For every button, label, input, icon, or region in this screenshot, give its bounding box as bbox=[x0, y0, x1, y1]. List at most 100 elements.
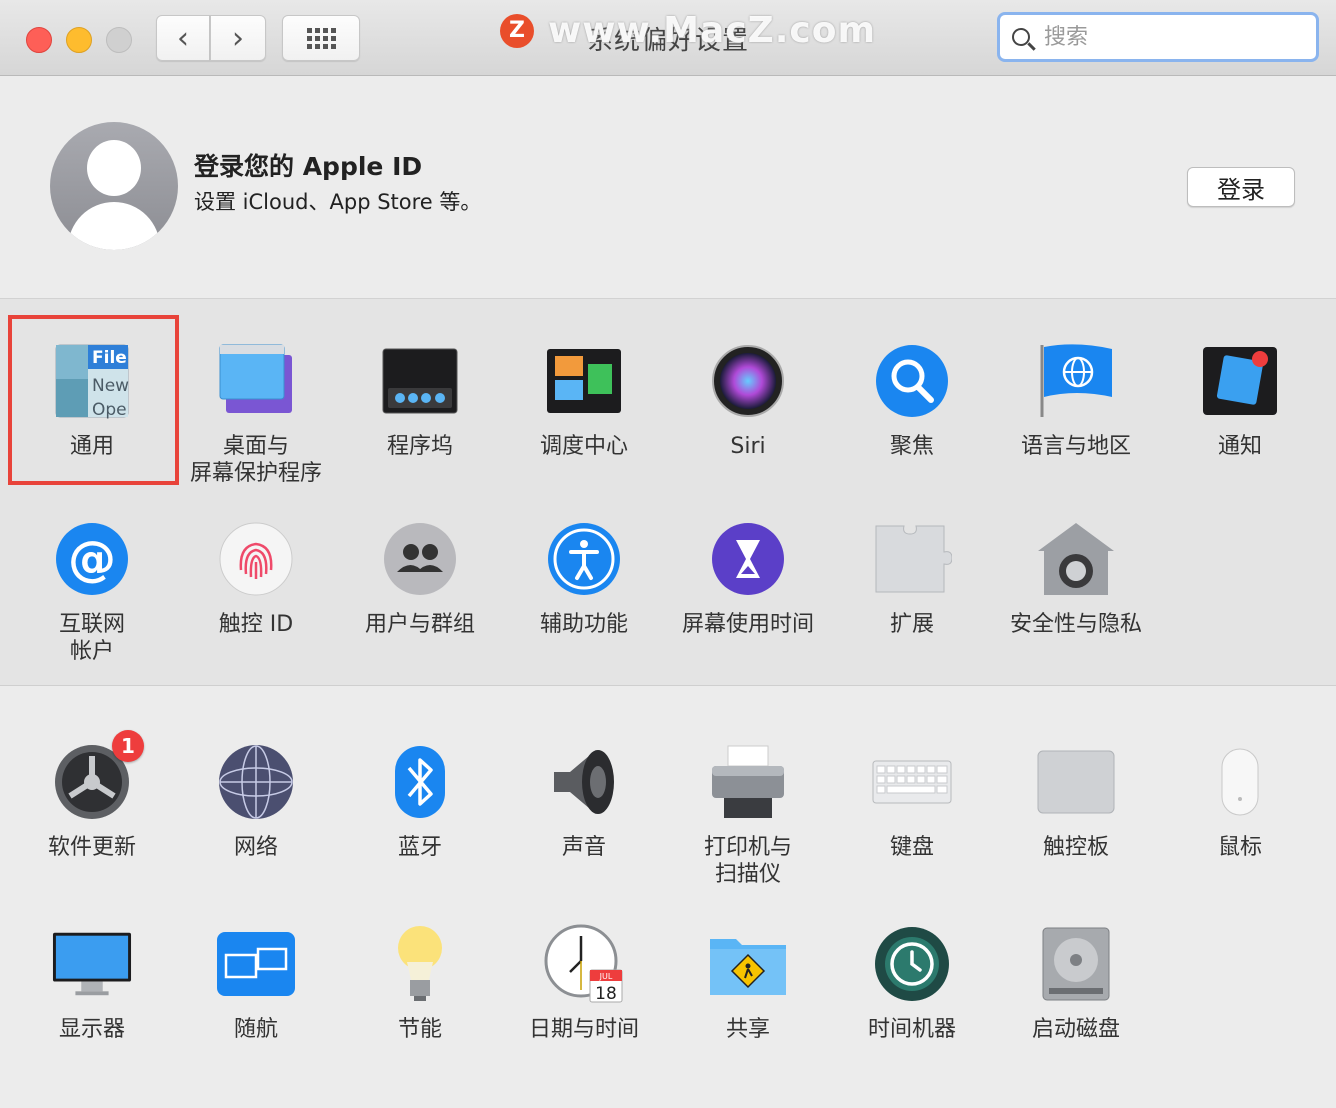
pref-keyboard[interactable]: 键盘 bbox=[830, 742, 994, 861]
pref-label: 随航 bbox=[233, 1017, 278, 1042]
hardware-prefs-section: 1 软件更新 网络 蓝牙 声音 打印机与 扫描仪 键盘 触控板 鼠标 显示器 随… bbox=[0, 686, 1336, 1108]
pref-label: 网络 bbox=[233, 835, 278, 860]
security-privacy-icon bbox=[1036, 519, 1116, 599]
pref-label: 声音 bbox=[561, 835, 606, 860]
pref-general[interactable]: File New Ope 通用 bbox=[10, 341, 174, 460]
pref-date-time[interactable]: JUL 18 日期与时间 bbox=[502, 924, 666, 1043]
screen-time-icon bbox=[708, 519, 788, 599]
software-update-icon: 1 bbox=[52, 730, 144, 822]
pref-time-machine[interactable]: 时间机器 bbox=[830, 924, 994, 1043]
pref-label: 触控 ID bbox=[218, 612, 294, 637]
internet-accounts-icon: @ bbox=[52, 519, 132, 599]
pref-label: 时间机器 bbox=[867, 1017, 956, 1042]
pref-label: 启动磁盘 bbox=[1031, 1017, 1120, 1042]
pref-label: 触控板 bbox=[1042, 835, 1109, 860]
calendar-day: 18 bbox=[595, 984, 617, 1004]
pref-sidecar[interactable]: 随航 bbox=[174, 924, 338, 1043]
pref-label: 扩展 bbox=[889, 612, 934, 637]
startup-disk-icon bbox=[1036, 924, 1116, 1004]
apple-id-section: 登录您的 Apple ID 设置 iCloud、App Store 等。 登录 bbox=[0, 76, 1336, 299]
pref-mouse[interactable]: 鼠标 bbox=[1158, 742, 1322, 861]
pref-users-groups[interactable]: 用户与群组 bbox=[338, 519, 502, 638]
mission-control-icon bbox=[544, 341, 624, 421]
pref-sharing[interactable]: 共享 bbox=[666, 924, 830, 1043]
pref-label: 键盘 bbox=[889, 835, 934, 860]
date-time-icon: JUL 18 bbox=[544, 924, 624, 1004]
svg-text:@: @ bbox=[68, 531, 116, 587]
pref-mission-control[interactable]: 调度中心 bbox=[502, 341, 666, 460]
pref-label: 鼠标 bbox=[1217, 835, 1262, 860]
pref-sound[interactable]: 声音 bbox=[502, 742, 666, 861]
pref-accessibility[interactable]: 辅助功能 bbox=[502, 519, 666, 638]
login-button[interactable]: 登录 bbox=[1187, 167, 1295, 207]
displays-icon bbox=[52, 924, 132, 1004]
pref-label: 通知 bbox=[1217, 434, 1262, 459]
pref-trackpad[interactable]: 触控板 bbox=[994, 742, 1158, 861]
general-icon-file: File bbox=[92, 348, 127, 368]
mouse-icon bbox=[1200, 742, 1280, 822]
touch-id-icon bbox=[216, 519, 296, 599]
pref-label: 桌面与 屏幕保护程序 bbox=[189, 434, 322, 486]
personal-prefs-section: File New Ope 通用 桌面与 屏幕保护程序 程序坞 调度中心 Siri… bbox=[0, 299, 1336, 686]
trackpad-icon bbox=[1036, 742, 1116, 822]
pref-label: Siri bbox=[730, 434, 766, 459]
desktop-screensaver-icon bbox=[216, 341, 296, 421]
update-count-badge: 1 bbox=[112, 730, 144, 762]
watermark-text: www.MacZ.com bbox=[548, 10, 876, 51]
network-icon bbox=[216, 742, 296, 822]
pref-spotlight[interactable]: 聚焦 bbox=[830, 341, 994, 460]
pref-internet-accounts[interactable]: @ 互联网 帐户 bbox=[10, 519, 174, 665]
pref-label: 屏幕使用时间 bbox=[681, 612, 814, 637]
general-icon-new: New bbox=[92, 376, 129, 396]
pref-software-update[interactable]: 1 软件更新 bbox=[10, 730, 174, 861]
avatar[interactable] bbox=[50, 122, 178, 250]
printers-scanners-icon bbox=[708, 742, 788, 822]
pref-label: 调度中心 bbox=[539, 434, 628, 459]
pref-security-privacy[interactable]: 安全性与隐私 bbox=[994, 519, 1158, 638]
pref-desktop-screensaver[interactable]: 桌面与 屏幕保护程序 bbox=[174, 341, 338, 487]
sound-icon bbox=[544, 742, 624, 822]
search-icon bbox=[1012, 28, 1030, 46]
apple-id-title: 登录您的 Apple ID bbox=[194, 152, 423, 181]
pref-label: 聚焦 bbox=[889, 434, 934, 459]
pref-notifications[interactable]: 通知 bbox=[1158, 341, 1322, 460]
watermark: Z www.MacZ.com bbox=[500, 10, 876, 51]
pref-displays[interactable]: 显示器 bbox=[10, 924, 174, 1043]
extensions-icon bbox=[872, 519, 952, 599]
pref-label: 通用 bbox=[69, 434, 114, 459]
pref-label: 蓝牙 bbox=[397, 835, 442, 860]
pref-extensions[interactable]: 扩展 bbox=[830, 519, 994, 638]
pref-label: 日期与时间 bbox=[528, 1017, 639, 1042]
pref-network[interactable]: 网络 bbox=[174, 742, 338, 861]
pref-screen-time[interactable]: 屏幕使用时间 bbox=[666, 519, 830, 638]
apple-id-subtitle: 设置 iCloud、App Store 等。 bbox=[194, 190, 482, 214]
pref-label: 语言与地区 bbox=[1020, 434, 1131, 459]
pref-label: 安全性与隐私 bbox=[1009, 612, 1142, 637]
pref-label: 软件更新 bbox=[47, 835, 136, 860]
pref-label: 辅助功能 bbox=[539, 612, 628, 637]
search-input[interactable] bbox=[1042, 23, 1306, 51]
pref-energy-saver[interactable]: 节能 bbox=[338, 924, 502, 1043]
title-bar: ‹ › 系统偏好设置 Z www.MacZ.com bbox=[0, 0, 1336, 76]
pref-printers-scanners[interactable]: 打印机与 扫描仪 bbox=[666, 742, 830, 888]
keyboard-icon bbox=[872, 742, 952, 822]
pref-siri[interactable]: Siri bbox=[666, 341, 830, 460]
pref-label: 用户与群组 bbox=[364, 612, 475, 637]
time-machine-icon bbox=[872, 924, 952, 1004]
general-icon-open: Ope bbox=[92, 400, 127, 419]
pref-label: 节能 bbox=[397, 1017, 442, 1042]
pref-bluetooth[interactable]: 蓝牙 bbox=[338, 742, 502, 861]
dock-icon bbox=[380, 341, 460, 421]
siri-icon bbox=[708, 341, 788, 421]
pref-touch-id[interactable]: 触控 ID bbox=[174, 519, 338, 638]
pref-label: 共享 bbox=[725, 1017, 770, 1042]
search-field[interactable] bbox=[997, 12, 1319, 62]
language-region-icon bbox=[1036, 341, 1116, 421]
pref-dock[interactable]: 程序坞 bbox=[338, 341, 502, 460]
pref-language-region[interactable]: 语言与地区 bbox=[994, 341, 1158, 460]
energy-saver-icon bbox=[380, 924, 460, 1004]
sharing-icon bbox=[708, 924, 788, 1004]
calendar-month: JUL bbox=[599, 972, 613, 981]
pref-startup-disk[interactable]: 启动磁盘 bbox=[994, 924, 1158, 1043]
sidecar-icon bbox=[216, 924, 296, 1004]
